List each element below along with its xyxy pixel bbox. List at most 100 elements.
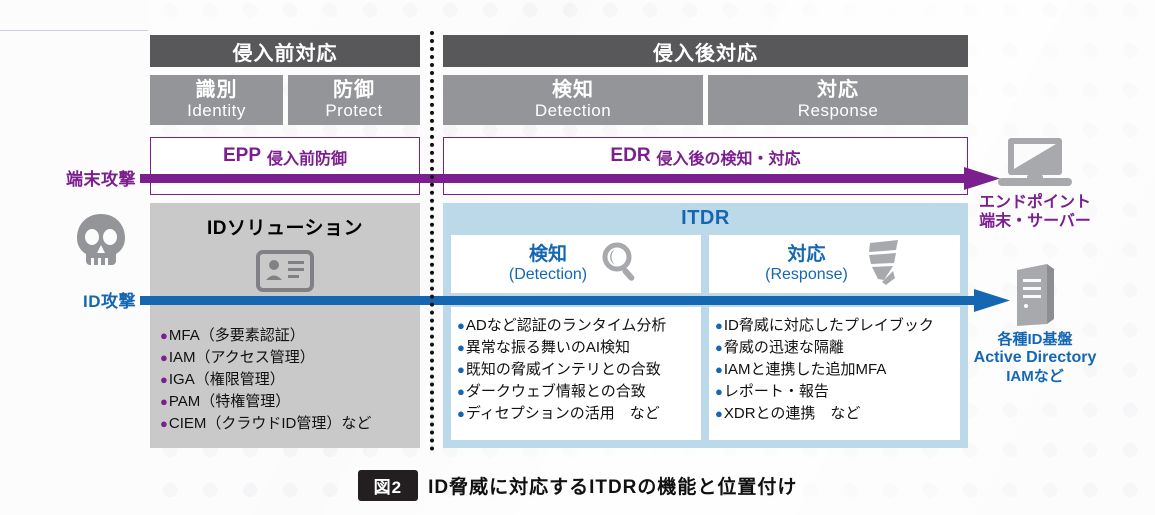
itdr-detection-header: 検知 (Detection)	[451, 235, 701, 293]
id-card-icon-svg	[256, 250, 314, 292]
function-header-detection: 検知 Detection	[443, 75, 703, 125]
target-identity-label: 各種ID基盤 Active Directory IAMなど	[962, 331, 1108, 385]
itdr-response-header: 対応 (Response)	[709, 235, 960, 293]
list-item-text: 既知の脅威インテリとの合致	[465, 360, 661, 378]
itdr-title: ITDR	[681, 207, 730, 229]
list-item: ● ID脅威に対応したプレイブック	[715, 315, 960, 337]
bullet-icon: ●	[160, 371, 168, 387]
bullet-icon: ●	[457, 405, 465, 421]
list-item: ● CIEM（クラウドID管理）など	[160, 413, 420, 435]
target-identity-infra: 各種ID基盤 Active Directory IAMなど	[962, 262, 1108, 385]
figure-caption: 図2 ID脅威に対応するITDRの機能と位置付け	[0, 465, 1155, 505]
phase-header-pre-label: 侵入前対応	[232, 42, 338, 65]
itdr-response-en: (Response)	[765, 265, 848, 283]
id-solution-list: ● MFA（多要素認証） ● IAM（アクセス管理） ● IGA（権限管理） ● PAM…	[150, 325, 420, 434]
bullet-icon: ●	[160, 415, 168, 431]
target-identity-line3: IAMなど	[1006, 367, 1064, 385]
list-item: ● ダークウェブ情報との合致	[457, 381, 701, 403]
diagram-stage: 侵入前対応 侵入後対応 識別 Identity 防御 Protect 検知 De…	[0, 0, 1155, 515]
itdr-response-list: ● ID脅威に対応したプレイブック ● 脅威の迅速な隔離 ● IAMと連携した追加MF…	[709, 307, 960, 440]
function-detection-jp: 検知	[552, 79, 594, 102]
id-solution-panel: IDソリューション ● MFA（多要素認証） ● IAM（アクセス管理） ● IGA（…	[150, 203, 420, 448]
bullet-icon: ●	[715, 361, 723, 377]
id-attack-arrow	[140, 288, 1010, 312]
figure-caption-text: ID脅威に対応するITDRの機能と位置付け	[428, 476, 798, 498]
target-identity-line1: 各種ID基盤	[997, 331, 1073, 348]
list-item: ● レポート・報告	[715, 381, 960, 403]
list-item: ● MFA（多要素認証）	[160, 325, 420, 347]
itdr-response-text: 対応 (Response)	[765, 244, 848, 283]
target-endpoint-line1: エンドポイント	[978, 194, 1091, 211]
function-identify-jp: 識別	[195, 79, 238, 102]
server-icon	[962, 262, 1108, 328]
list-item-text: IAMと連携した追加MFA	[723, 360, 887, 378]
list-item: ● 異常な振る舞いのAI検知	[457, 337, 701, 359]
function-header-identify: 識別 Identity	[150, 75, 283, 125]
id-attack-label-text: ID攻撃	[83, 292, 136, 311]
target-endpoint: エンドポイント 端末・サーバー	[962, 135, 1108, 232]
list-item-text: レポート・報告	[723, 382, 829, 400]
phase-header-pre: 侵入前対応	[150, 35, 420, 67]
list-item-text: IAM（アクセス管理）	[168, 348, 315, 366]
list-item-text: XDRとの連携 など	[723, 404, 861, 422]
bullet-icon: ●	[457, 318, 465, 333]
phase-header-post-label: 侵入後対応	[653, 42, 758, 65]
magnifier-icon	[599, 240, 643, 289]
list-item-text: ダークウェブ情報との合致	[465, 382, 646, 400]
phase-header-post: 侵入後対応	[443, 35, 968, 67]
phase-divider	[430, 31, 434, 451]
skull-icon	[74, 212, 128, 268]
bullet-icon: ●	[715, 318, 723, 333]
id-card-icon	[150, 250, 420, 292]
product-edr-name: EDR	[610, 145, 651, 166]
list-item-text: 異常な振る舞いのAI検知	[465, 338, 631, 356]
target-endpoint-label: エンドポイント 端末・サーバー	[962, 194, 1108, 232]
itdr-detection-en: (Detection)	[508, 265, 588, 283]
bullet-icon: ●	[457, 361, 465, 377]
list-item-text: ID脅威に対応したプレイブック	[723, 317, 934, 334]
bullet-icon: ●	[715, 405, 723, 421]
list-item-text: ADなど認証のランタイム分析	[465, 317, 667, 334]
server-icon-svg	[1017, 264, 1054, 326]
list-item: ● ADなど認証のランタイム分析	[457, 315, 701, 337]
list-item: ● 脅威の迅速な隔離	[715, 337, 960, 359]
target-endpoint-line2: 端末・サーバー	[979, 212, 1091, 230]
function-response-jp: 対応	[817, 79, 859, 102]
id-attack-label: ID攻撃	[40, 287, 136, 312]
function-identify-en: Identity	[187, 100, 246, 120]
list-item-text: IGA（権限管理）	[168, 370, 285, 388]
list-item: ● 既知の脅威インテリとの合致	[457, 359, 701, 381]
function-response-en: Response	[797, 100, 879, 120]
itdr-detection-jp: 検知	[528, 243, 567, 265]
laptop-icon-svg	[998, 138, 1072, 186]
magnifier-icon-svg	[602, 242, 635, 281]
list-item: ● PAM（特権管理）	[160, 391, 420, 413]
bullet-icon: ●	[160, 328, 168, 343]
itdr-detection-text: 検知 (Detection)	[508, 243, 588, 283]
target-identity-line2: Active Directory	[973, 348, 1097, 366]
endpoint-attack-label: 端末攻撃	[40, 165, 136, 190]
function-header-protect: 防御 Protect	[288, 75, 420, 125]
function-header-response: 対応 Response	[708, 75, 968, 125]
itdr-panel: ITDR 検知 (Detection) 対応 (Response) ● ADなど…	[443, 203, 968, 448]
laptop-icon	[962, 135, 1108, 191]
endpoint-attack-arrow-svg	[140, 167, 1000, 190]
bullet-icon: ●	[457, 383, 465, 399]
endpoint-attack-arrow	[140, 166, 1000, 190]
list-item: ● IAMと連携した追加MFA	[715, 359, 960, 381]
list-item-text: 脅威の迅速な隔離	[723, 338, 844, 356]
bullet-icon: ●	[715, 339, 723, 355]
list-item: ● ディセプションの活用 など	[457, 403, 701, 425]
megaphone-icon	[860, 238, 904, 291]
list-item-text: ディセプションの活用 など	[465, 404, 660, 422]
list-item: ● XDRとの連携 など	[715, 403, 960, 425]
function-protect-jp: 防御	[333, 79, 375, 102]
bullet-icon: ●	[160, 349, 168, 365]
function-detection-en: Detection	[534, 100, 612, 120]
id-attack-arrow-svg	[140, 289, 1010, 312]
product-epp-name: EPP	[222, 145, 261, 166]
figure-badge: 図2	[357, 469, 419, 501]
list-item-text: CIEM（クラウドID管理）など	[168, 414, 372, 432]
list-item-text: PAM（特権管理）	[168, 392, 291, 410]
id-solution-title: IDソリューション	[206, 218, 364, 239]
